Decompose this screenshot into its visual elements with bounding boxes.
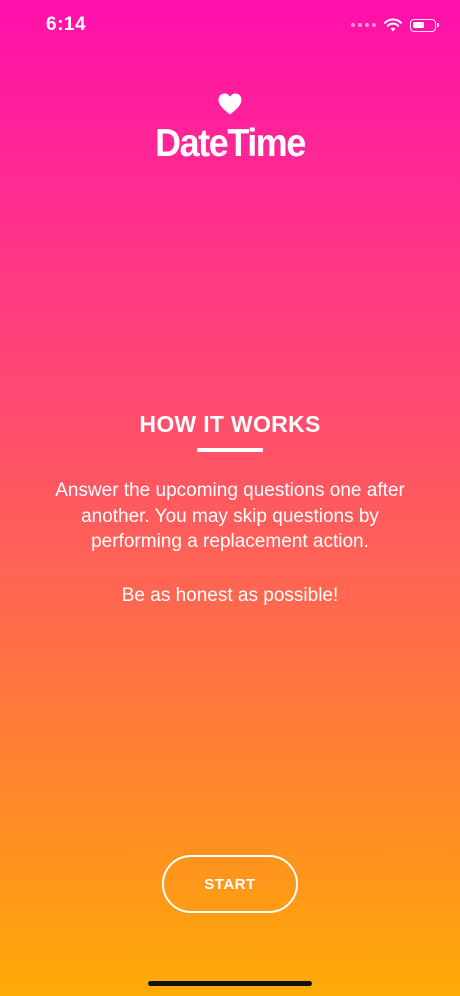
wifi-icon <box>384 18 402 32</box>
honesty-note: Be as honest as possible! <box>121 585 339 606</box>
app-logo-text: DateTime <box>155 122 306 165</box>
instructions-text: Answer the upcoming questions one after … <box>55 480 405 552</box>
heart-icon <box>218 93 242 115</box>
status-time: 6:14 <box>46 14 87 35</box>
title-underline <box>197 448 263 452</box>
how-it-works-screen: 6:14 DateTime HOW IT WORKS Answer the up… <box>0 0 460 996</box>
home-indicator <box>148 981 312 986</box>
battery-icon <box>410 18 439 32</box>
start-button[interactable]: START <box>162 855 298 913</box>
section-title: HOW IT WORKS <box>139 411 321 437</box>
status-indicators <box>351 14 439 36</box>
cellular-dots-icon <box>351 23 376 27</box>
battery-level <box>413 21 425 28</box>
